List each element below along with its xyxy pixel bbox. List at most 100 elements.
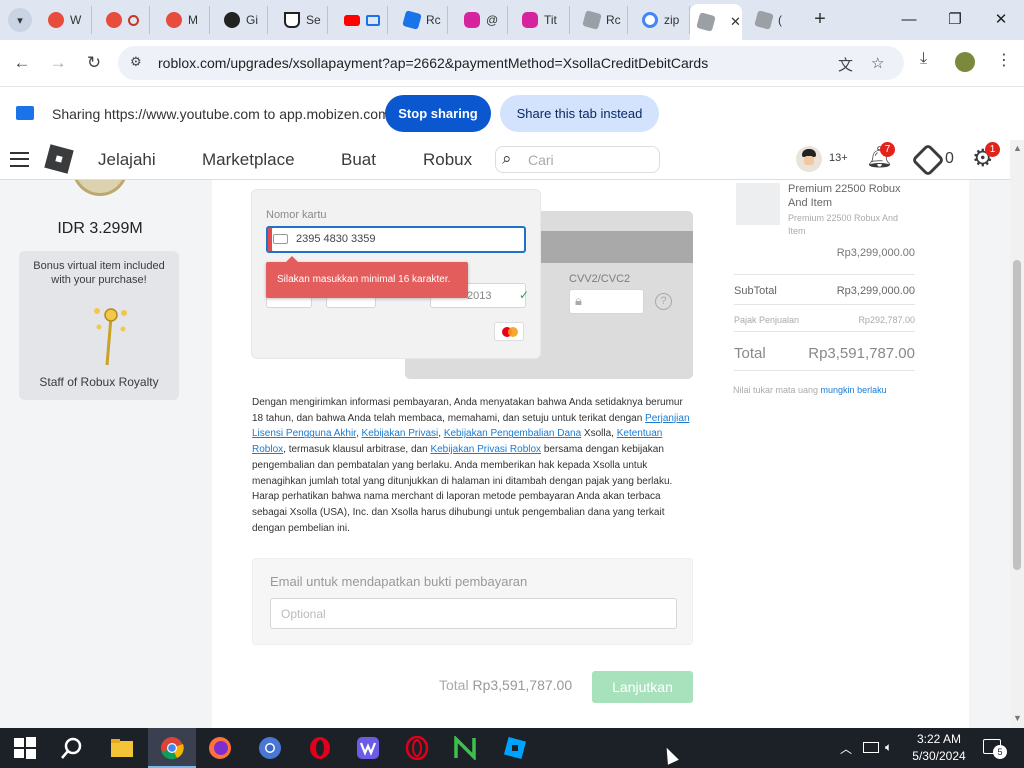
nav-buat[interactable]: Buat — [341, 150, 376, 170]
rate-note-text: Nilai tukar mata uang — [733, 385, 821, 395]
system-clock[interactable]: 3:22 AM 5/30/2024 — [908, 731, 970, 765]
roblox-studio-icon[interactable] — [503, 736, 527, 760]
tab-active[interactable]: ✕ — [690, 4, 742, 40]
tab-9[interactable]: Tit — [514, 6, 570, 34]
url-text[interactable]: roblox.com/upgrades/xsollapayment?ap=266… — [158, 55, 708, 71]
tab-label: ( — [778, 13, 782, 27]
share-this-tab-button[interactable]: Share this tab instead — [500, 95, 659, 132]
search-icon[interactable] — [60, 736, 84, 760]
app-n-icon[interactable] — [453, 736, 477, 760]
nav-marketplace[interactable]: Marketplace — [202, 150, 295, 170]
maximize-button[interactable]: ❐ — [932, 6, 978, 34]
youtube-icon — [344, 14, 360, 26]
total-label: Total — [439, 677, 469, 693]
tab-10[interactable]: Rc — [576, 6, 628, 34]
volume-icon[interactable]: 🔈︎ — [885, 740, 892, 755]
bookmark-star-icon[interactable]: ☆ — [871, 54, 884, 72]
flask-icon — [284, 12, 300, 28]
tab-label: @ — [486, 13, 499, 27]
mobizen-icon — [106, 12, 122, 28]
package-price: IDR 3.299M — [57, 220, 143, 237]
email-input[interactable]: Optional — [270, 598, 677, 629]
opera-icon[interactable] — [308, 736, 332, 760]
chrome-icon[interactable] — [160, 736, 184, 760]
tab-label: W — [70, 13, 82, 27]
lock-icon: 🔒︎ — [575, 293, 582, 308]
file-explorer-icon[interactable] — [110, 736, 134, 760]
refund-policy-link[interactable]: Kebijakan Pengembalian Dana — [444, 428, 581, 439]
windows-start-icon[interactable] — [13, 736, 37, 760]
tax-value: Rp292,787.00 — [858, 315, 915, 325]
new-tab-button[interactable]: + — [808, 8, 832, 32]
tab-5[interactable]: Se — [276, 6, 328, 34]
search-placeholder: Cari — [528, 152, 554, 168]
email-placeholder: Optional — [281, 607, 326, 621]
tray-expand-icon[interactable]: ︿ — [840, 740, 852, 757]
search-box[interactable]: ⌕ Cari — [495, 146, 660, 173]
legal-part: bersama dengan kebijakan pengembalian da… — [252, 444, 673, 534]
reload-button[interactable]: ↻ — [81, 50, 107, 76]
tab-2[interactable] — [98, 6, 150, 34]
exchange-rate-note: Nilai tukar mata uang mungkin berlaku — [733, 385, 887, 395]
translate-icon[interactable]: 文 — [838, 54, 853, 75]
firefox-icon[interactable] — [208, 736, 232, 760]
stop-sharing-button[interactable]: Stop sharing — [385, 95, 491, 132]
roblox-logo[interactable] — [44, 144, 74, 174]
network-icon[interactable] — [863, 742, 879, 753]
minimize-button[interactable]: — — [886, 6, 932, 34]
card-number-input[interactable]: 2395 4830 3359 — [266, 226, 526, 253]
tab-13[interactable]: ( — [748, 6, 800, 34]
nav-jelajahi[interactable]: Jelajahi — [98, 150, 156, 170]
scroll-up-icon[interactable]: ▲ — [1013, 143, 1022, 153]
address-bar[interactable]: ⚙ roblox.com/upgrades/xsollapayment?ap=2… — [118, 46, 904, 80]
continue-button[interactable]: Lanjutkan — [592, 671, 693, 703]
package-image — [72, 180, 128, 196]
back-button[interactable]: ← — [9, 50, 35, 76]
tab-strip: ▾ W M Gi Se Rc @ Tit Rc zip ✕ (+ — ❐ ✕ — [0, 0, 1024, 40]
chrome-alt-icon[interactable] — [258, 736, 282, 760]
forward-button[interactable]: → — [45, 50, 71, 76]
site-info-icon[interactable]: ⚙ — [130, 54, 148, 72]
total-amount: Rp3,591,787.00 — [472, 677, 573, 693]
divider — [734, 331, 915, 332]
nav-robux[interactable]: Robux — [423, 150, 472, 170]
divider — [734, 304, 915, 305]
help-icon[interactable]: ? — [655, 293, 672, 310]
tab-11[interactable]: zip — [634, 6, 690, 34]
screen-share-icon — [16, 106, 34, 120]
tab-search-dropdown[interactable]: ▾ — [8, 8, 32, 32]
menu-icon[interactable]: ⋮ — [996, 50, 1012, 70]
close-tab-icon[interactable]: ✕ — [730, 14, 741, 30]
opera-gx-icon[interactable] — [405, 736, 429, 760]
app-w-icon[interactable] — [356, 736, 380, 760]
mastercard-logo — [494, 322, 524, 341]
card-number-value: 2395 4830 3359 — [296, 233, 376, 245]
tab-7[interactable]: Rc — [396, 6, 448, 34]
scrollbar-thumb[interactable] — [1013, 260, 1021, 570]
profile-icon[interactable] — [955, 52, 975, 72]
privacy-policy-link[interactable]: Kebijakan Privasi — [362, 428, 439, 439]
tab-8[interactable]: @ — [456, 6, 508, 34]
tab-6[interactable] — [336, 6, 388, 34]
roblox-privacy-link[interactable]: Kebijakan Privasi Roblox — [430, 444, 541, 455]
avatar[interactable] — [796, 146, 822, 172]
rate-link[interactable]: mungkin berlaku — [821, 385, 887, 395]
summary-total-label: Total — [734, 345, 766, 362]
divider — [734, 370, 915, 371]
close-window-button[interactable]: ✕ — [978, 6, 1024, 34]
tab-3[interactable]: M — [158, 6, 210, 34]
tab-4[interactable]: Gi — [216, 6, 268, 34]
robux-icon[interactable] — [911, 143, 945, 177]
tab-label: Rc — [426, 13, 441, 27]
tab-1[interactable]: W — [40, 6, 92, 34]
page-scrollbar[interactable]: ▲ ▼ — [1010, 140, 1024, 728]
robux-balance[interactable]: 0 — [945, 150, 954, 168]
google-icon — [642, 12, 658, 28]
roblox-icon — [402, 10, 422, 30]
scroll-down-icon[interactable]: ▼ — [1013, 713, 1022, 723]
download-icon[interactable]: ⤓ — [920, 50, 927, 68]
expiry-value: 2013 — [467, 290, 492, 302]
share-status-text: Sharing https://www.youtube.com to app.m… — [52, 106, 390, 122]
hamburger-menu-icon[interactable] — [10, 152, 29, 167]
cvv-input[interactable]: 🔒︎ — [569, 289, 644, 314]
